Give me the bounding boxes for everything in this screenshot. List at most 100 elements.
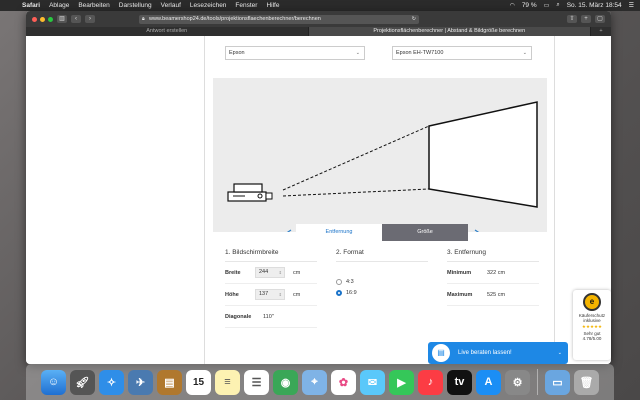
new-tab-icon[interactable]: + [581, 15, 591, 23]
height-input[interactable]: 137 ⇕ [255, 289, 285, 300]
tab-distance[interactable]: Entfernung [296, 224, 382, 241]
trash-icon[interactable]: 🗑︎ [574, 369, 599, 395]
zoom-window-button[interactable] [48, 16, 53, 22]
reload-icon[interactable]: ↻ [412, 15, 416, 24]
stepper-icon[interactable]: ⇕ [279, 268, 282, 277]
window-controls [32, 16, 53, 22]
dock: ☺ 🚀︎ ✧ ✈ ▤ 15 ≡ ☰ ◉ ⌖ ✿ ✉ ▶ ♪ tv A ⚙ ▭ 🗑… [26, 364, 614, 400]
width-row: Breite 244 ⇕ cm [225, 262, 317, 284]
radio-selected-icon[interactable] [336, 289, 342, 296]
model-select[interactable]: Epson EH-TW7100 ⌄ [392, 46, 532, 60]
arrow-left [283, 229, 292, 239]
chevron-down-icon: ⌄ [522, 50, 527, 56]
height-input-value: 137 [259, 291, 269, 297]
lower-ray [282, 188, 430, 197]
brand-select[interactable]: Epson ⌄ [225, 46, 365, 60]
section-title-width: 1. Bildschirmbreite [225, 249, 317, 262]
screen-width-section: 1. Bildschirmbreite Breite 244 ⇕ cm Höhe… [225, 249, 317, 328]
battery-percentage[interactable]: 79 % [522, 2, 537, 9]
trust-badge[interactable]: e Käuferschutz inklusive ★★★★★ Sehr gut … [573, 290, 611, 360]
format-label-16-9: 16:9 [346, 289, 357, 296]
diagonal-row: Diagonale 110'' [225, 306, 317, 328]
menu-lesezeichen[interactable]: Lesezeichen [190, 2, 227, 9]
wifi-icon[interactable]: ◠ [510, 2, 515, 9]
lock-icon: 🔒︎ [142, 15, 145, 22]
min-value: 322 cm [487, 269, 506, 276]
calculator-panel: Epson ⌄ Epson EH-TW7100 ⌄ Entfernung Grö… [204, 36, 555, 364]
address-bar[interactable]: 🔒︎ www.beamershop24.de/tools/projektions… [139, 14, 419, 24]
height-unit: cm [293, 291, 301, 298]
format-label-4-3: 4:3 [346, 278, 354, 285]
format-option-16-9[interactable]: 16:9 [336, 287, 428, 298]
finder-icon[interactable]: ☺ [41, 369, 66, 395]
menu-verlauf[interactable]: Verlauf [161, 2, 181, 9]
add-tab-icon[interactable]: + [591, 27, 611, 36]
menu-app-name[interactable]: Safari [22, 2, 40, 9]
share-icon[interactable]: ⇧ [567, 15, 577, 23]
menu-bar: Safari Ablage Bearbeiten Darstellung Ver… [0, 0, 640, 11]
rating-value: 4.78/5.00 [582, 336, 602, 341]
downloads-icon[interactable]: ▭ [545, 369, 570, 395]
photos-app-icon[interactable]: ✿ [331, 369, 356, 395]
menu-ablage[interactable]: Ablage [49, 2, 69, 9]
close-window-button[interactable] [32, 16, 37, 22]
forward-icon[interactable]: › [85, 15, 95, 23]
menu-bearbeiten[interactable]: Bearbeiten [78, 2, 109, 9]
chevron-down-icon[interactable]: ⌄ [558, 350, 562, 356]
preview-icon[interactable]: ✈ [128, 369, 153, 395]
mode-tabs: Entfernung Größe [296, 224, 468, 241]
menu-fenster[interactable]: Fenster [235, 2, 257, 9]
messages-icon[interactable]: ✉ [360, 369, 385, 395]
width-label: Breite [225, 269, 241, 276]
tab-overview-icon[interactable]: ▢ [595, 15, 605, 23]
safari-window: ▥ ‹ › 🔒︎ www.beamershop24.de/tools/proje… [26, 11, 611, 364]
max-value: 525 cm [487, 291, 506, 298]
photos-icon[interactable]: ⌖ [302, 369, 327, 395]
calendar-icon[interactable]: 15 [186, 369, 211, 395]
facetime-icon[interactable]: ▶ [389, 369, 414, 395]
radio-unselected-icon[interactable] [336, 278, 342, 285]
web-page: Epson ⌄ Epson EH-TW7100 ⌄ Entfernung Grö… [26, 36, 611, 364]
browser-tab-calculator[interactable]: Projektionsflächenberechner | Abstand & … [308, 27, 591, 36]
maps-icon[interactable]: ◉ [273, 369, 298, 395]
minimize-window-button[interactable] [40, 16, 45, 22]
badge-subtitle: inklusive [583, 318, 601, 323]
max-distance-row: Maximum 525 cm [447, 284, 539, 306]
menu-darstellung[interactable]: Darstellung [119, 2, 152, 9]
format-option-4-3[interactable]: 4:3 [336, 276, 428, 287]
sidebar-toggle-icon[interactable]: ▥ [57, 15, 67, 23]
width-input[interactable]: 244 ⇕ [255, 267, 285, 278]
tab-bar: Antwort erstellen Projektionsflächenbere… [26, 27, 611, 36]
stepper-icon[interactable]: ⇕ [279, 290, 282, 299]
section-title-format: 2. Format [336, 249, 428, 262]
live-chat-button[interactable]: ▤ Live beraten lassen! ⌄ [428, 342, 568, 364]
browser-toolbar: ▥ ‹ › 🔒︎ www.beamershop24.de/tools/proje… [26, 11, 611, 27]
launchpad-icon[interactable]: 🚀︎ [70, 369, 95, 395]
menu-clock[interactable]: So. 15. März 18:54 [567, 2, 622, 9]
format-section: 2. Format 4:3 16:9 [336, 249, 428, 298]
distance-section: 3. Entfernung Minimum 322 cm Maximum 525… [447, 249, 539, 306]
width-input-value: 244 [259, 269, 269, 275]
tv-icon[interactable]: tv [447, 369, 472, 395]
battery-icon[interactable]: ▭ [544, 2, 550, 9]
appstore-icon[interactable]: A [476, 369, 501, 395]
reminders-icon[interactable]: ☰ [244, 369, 269, 395]
contacts-icon[interactable]: ▤ [157, 369, 182, 395]
search-icon[interactable]: ⌕ [556, 2, 559, 9]
notes-icon[interactable]: ≡ [215, 369, 240, 395]
dock-separator [537, 369, 538, 395]
projection-diagram [213, 78, 547, 239]
menu-hilfe[interactable]: Hilfe [266, 2, 279, 9]
safari-icon[interactable]: ✧ [99, 369, 124, 395]
trust-seal-icon: e [583, 293, 601, 311]
control-center-icon[interactable]: ☰ [629, 2, 634, 9]
section-title-distance: 3. Entfernung [447, 249, 539, 262]
browser-tab-answer[interactable]: Antwort erstellen [26, 27, 309, 36]
diagonal-label: Diagonale [225, 313, 252, 320]
chat-bubble-icon: ▤ [432, 344, 450, 362]
upper-ray [282, 125, 430, 191]
back-icon[interactable]: ‹ [71, 15, 81, 23]
system-preferences-icon[interactable]: ⚙ [505, 369, 530, 395]
music-icon[interactable]: ♪ [418, 369, 443, 395]
tab-size[interactable]: Größe [382, 224, 468, 241]
